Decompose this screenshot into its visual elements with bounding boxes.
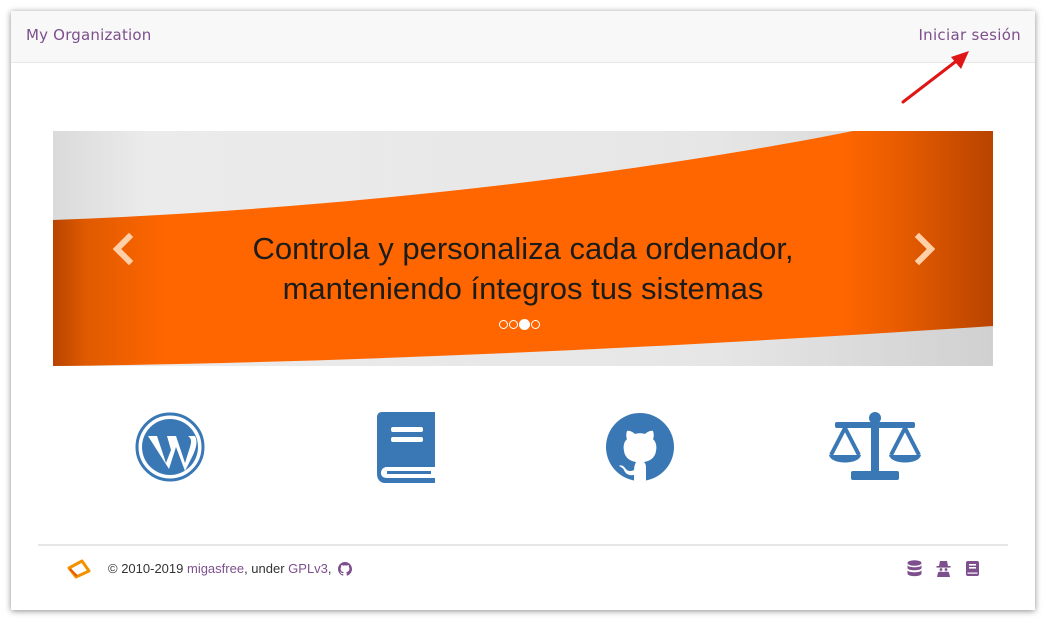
carousel-indicator-4[interactable]: [531, 320, 540, 329]
user-secret-link[interactable]: [936, 560, 951, 577]
wordpress-icon: [135, 412, 205, 482]
github-link[interactable]: [605, 411, 685, 489]
license-link[interactable]: [829, 411, 921, 489]
login-link[interactable]: Iniciar sesión: [918, 26, 1021, 44]
brand-link[interactable]: My Organization: [26, 26, 151, 44]
trailing-comma: ,: [327, 561, 332, 576]
carousel-indicator-2[interactable]: [509, 320, 518, 329]
navbar: My Organization Iniciar sesión: [11, 11, 1035, 63]
feature-links: [11, 411, 1035, 489]
copyright-text: © 2010-2019: [108, 561, 184, 576]
caption-line-2: manteniendo íntegros tus sistemas: [282, 271, 764, 306]
under-text: , under: [244, 561, 285, 576]
chevron-right-icon: [914, 232, 936, 266]
gplv3-link[interactable]: GPLv3: [288, 561, 328, 576]
database-icon: [907, 560, 922, 577]
carousel-indicator-1[interactable]: [499, 320, 508, 329]
hero-carousel: Controla y personaliza cada ordenador, m…: [53, 131, 993, 366]
footer-icon-links: [907, 560, 980, 577]
user-secret-icon: [936, 561, 951, 577]
migasfree-link[interactable]: migasfree: [187, 561, 244, 576]
book-icon: [966, 561, 979, 576]
documentation-link[interactable]: [373, 411, 453, 489]
carousel-caption: Controla y personaliza cada ordenador, m…: [53, 229, 993, 309]
caption-line-1: Controla y personaliza cada ordenador,: [252, 231, 794, 266]
github-icon[interactable]: [338, 562, 353, 576]
github-icon: [606, 413, 674, 481]
docs-link[interactable]: [965, 560, 980, 577]
carousel-next-button[interactable]: [905, 229, 945, 269]
carousel-indicator-3[interactable]: [519, 319, 530, 330]
browser-window: My Organization Iniciar sesión Controla …: [11, 11, 1035, 610]
book-icon: [377, 412, 435, 483]
footer-copyright: © 2010-2019 migasfree, under GPLv3,: [108, 561, 353, 576]
carousel-indicators: [499, 319, 540, 332]
footer: © 2010-2019 migasfree, under GPLv3,: [38, 544, 1008, 606]
balance-scale-icon: [829, 412, 921, 480]
wordpress-link[interactable]: [135, 411, 215, 489]
database-link[interactable]: [907, 560, 922, 577]
migasfree-logo-icon: [67, 559, 91, 579]
